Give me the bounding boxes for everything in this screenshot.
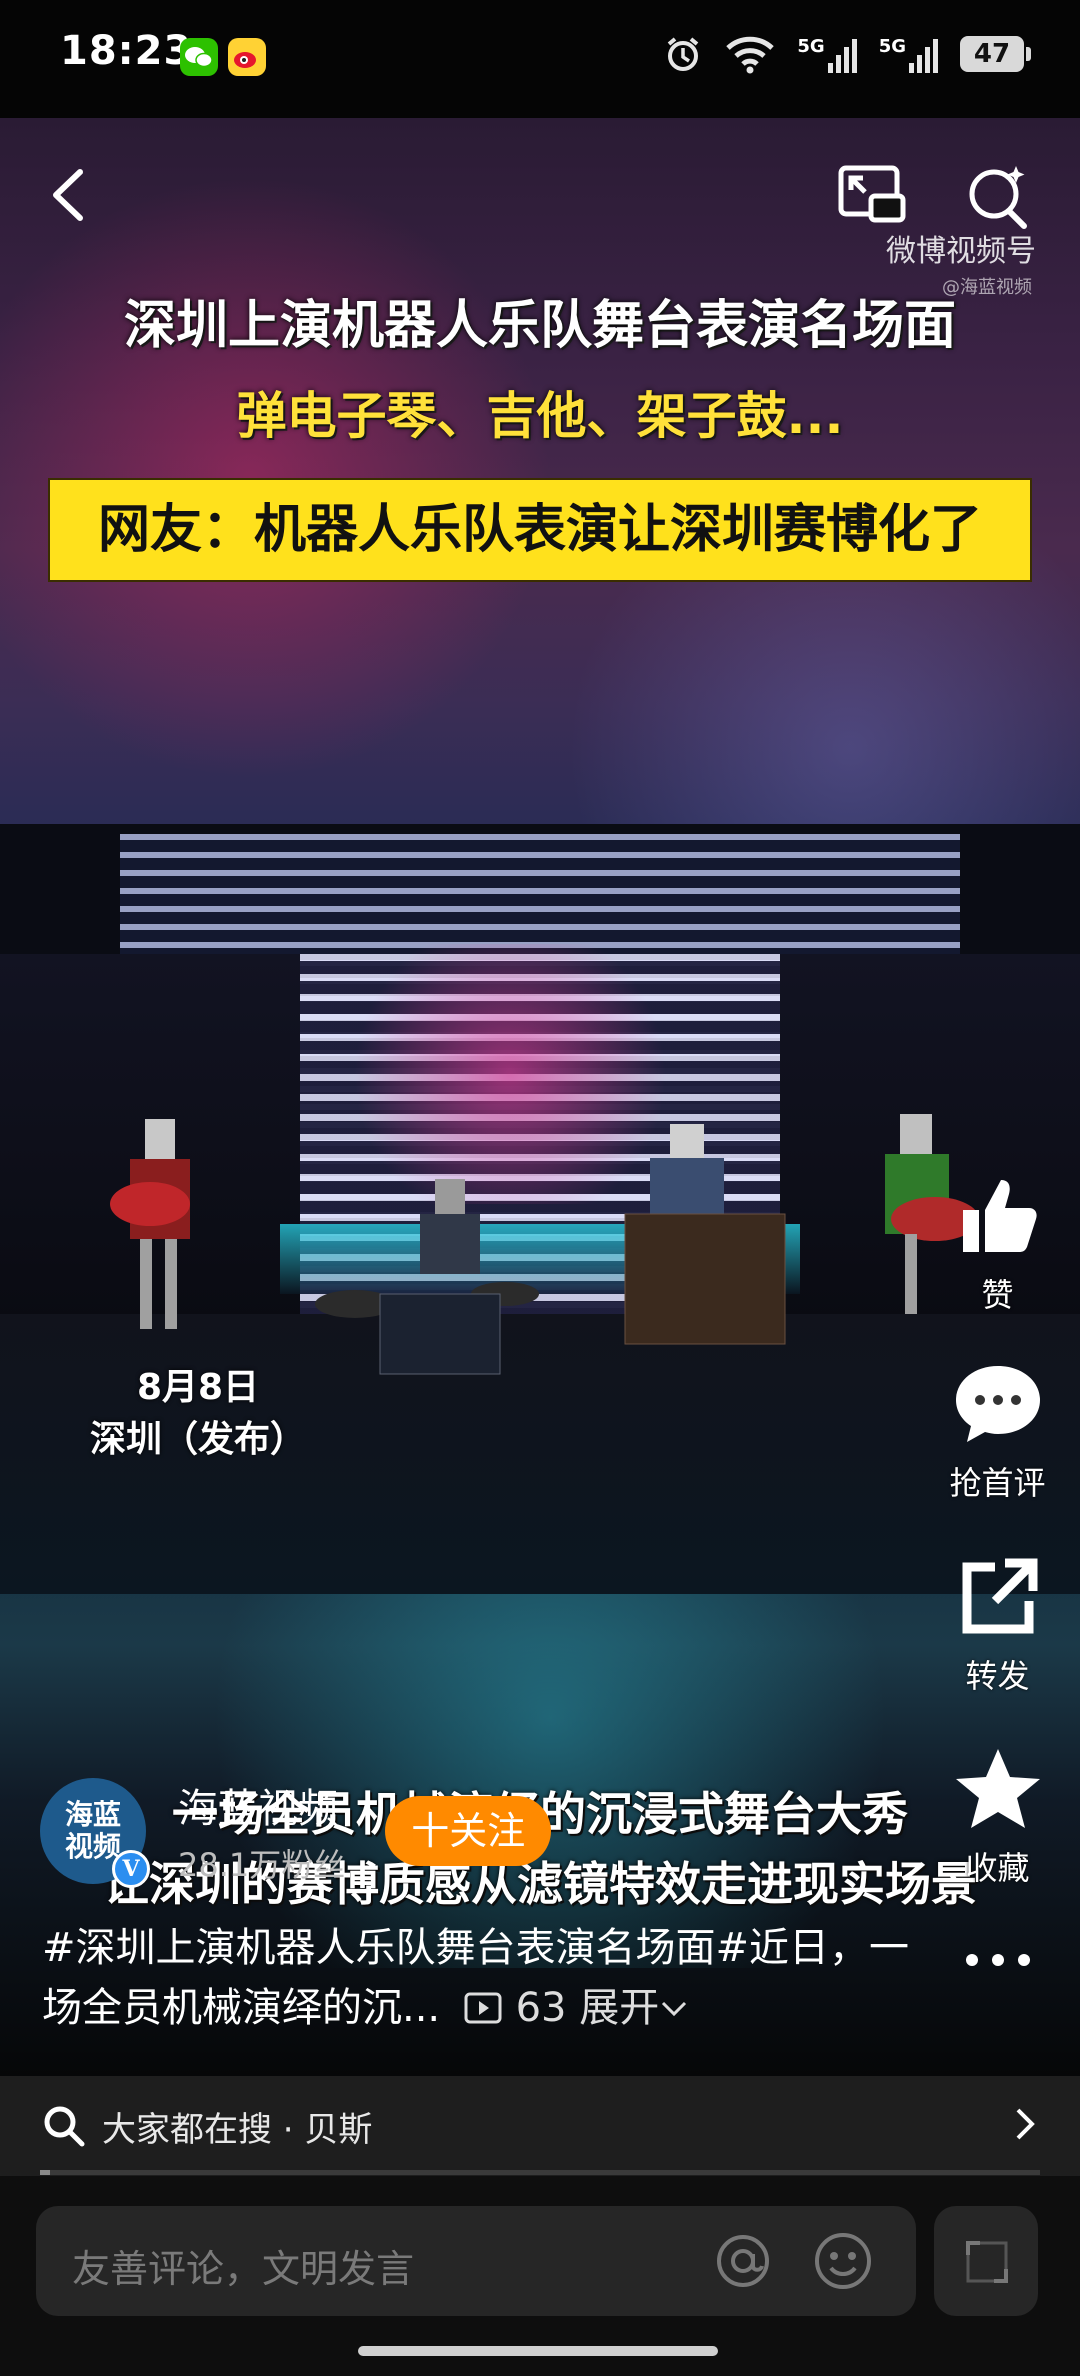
- comment-button[interactable]: 抢首评: [940, 1360, 1055, 1504]
- weibo-video-watermark: 微博视频号: [886, 234, 1036, 269]
- expand-comment-button[interactable]: [934, 2206, 1038, 2316]
- robot-guitarist-left: [110, 1119, 190, 1329]
- trending-search-text: 大家都在搜 · 贝斯: [102, 2110, 373, 2150]
- comment-bubble-icon: [955, 1366, 1040, 1442]
- author-row: 海蓝 视频 V 海蓝视频 28.1万粉丝 十关注: [40, 1776, 552, 1888]
- status-bar: 18:23 5G 5G 47: [0, 0, 1080, 118]
- comment-input[interactable]: 友善评论，文明发言: [36, 2206, 916, 2316]
- play-count-value: 63: [515, 1985, 567, 2031]
- search-button[interactable]: [962, 160, 1034, 232]
- avatar-text: 海蓝: [64, 1798, 121, 1831]
- status-right: 5G 5G 47: [663, 34, 1031, 74]
- favorite-label: 收藏: [965, 1849, 1030, 1887]
- comment-placeholder: 友善评论，文明发言: [72, 2247, 415, 2291]
- at-mention-icon[interactable]: [712, 2230, 774, 2292]
- play-count-icon: [464, 1992, 502, 2024]
- alarm-icon: [668, 37, 699, 71]
- author-name[interactable]: 海蓝视频: [178, 1776, 345, 1834]
- thumbs-up-icon: [962, 1180, 1037, 1252]
- video-description[interactable]: #深圳上演机器人乐队舞台表演名场面#近日，一场全员机械演绎的沉... 63 展开: [42, 1918, 922, 2038]
- share-icon: [962, 1558, 1037, 1634]
- home-indicator[interactable]: [358, 2346, 718, 2356]
- video-progress-fill: [40, 2170, 50, 2175]
- comment-label: 抢首评: [949, 1464, 1046, 1502]
- author-info[interactable]: 海蓝视频 28.1万粉丝: [178, 1776, 345, 1886]
- verified-badge-icon: V: [112, 1850, 150, 1888]
- status-time: 18:23: [60, 28, 193, 74]
- avatar-text: 视频: [64, 1830, 121, 1863]
- emoji-icon[interactable]: [812, 2230, 874, 2292]
- video-subtitle-text: 弹电子琴、吉他、架子鼓...: [236, 387, 844, 445]
- robot-band-figures: [110, 1114, 979, 1375]
- share-label: 转发: [965, 1657, 1030, 1695]
- signal-2: 5G: [879, 36, 938, 73]
- fan-count: 28.1万粉丝: [178, 1846, 346, 1884]
- back-button[interactable]: [40, 160, 100, 230]
- avatar[interactable]: 海蓝 视频 V: [40, 1778, 150, 1888]
- follow-button[interactable]: 十关注: [385, 1796, 552, 1866]
- robot-drummer: [315, 1179, 539, 1375]
- stage-scene: [0, 824, 1080, 1594]
- weibo-icon: [228, 38, 266, 76]
- star-icon: [955, 1749, 1040, 1828]
- back-arrow-icon: [53, 169, 83, 221]
- signal-1: 5G: [797, 35, 857, 73]
- signal-icon: [909, 38, 938, 73]
- video-date: 8月8日: [136, 1367, 260, 1408]
- more-button[interactable]: [940, 1945, 1055, 1979]
- chevron-right-icon: [1016, 2108, 1035, 2140]
- play-count: 63: [453, 1985, 579, 2031]
- like-button[interactable]: 赞: [940, 1170, 1055, 1316]
- network-type-1: 5G: [797, 35, 825, 57]
- expand-label: 展开: [579, 1985, 660, 2031]
- battery-icon: 47: [960, 36, 1031, 72]
- search-icon: [44, 2106, 85, 2147]
- video-progress-bar[interactable]: [40, 2170, 1040, 2175]
- chevron-down-icon: [662, 2001, 687, 2017]
- expand-icon: [966, 2241, 1008, 2283]
- trending-search-bar[interactable]: 大家都在搜 · 贝斯: [0, 2076, 1080, 2176]
- expand-button[interactable]: 展开: [579, 1985, 689, 2031]
- video-location: 深圳（发布）: [90, 1419, 307, 1460]
- signal-icon: [827, 38, 857, 73]
- video-date-caption: 8月8日 深圳（发布）: [90, 1358, 306, 1462]
- video-banner: 网友：机器人乐队表演让深圳赛博化了: [50, 480, 1030, 580]
- network-type-2: 5G: [878, 35, 906, 57]
- search-icon: [969, 166, 1027, 229]
- robot-keyboardist: [624, 1124, 786, 1345]
- wechat-icon: [180, 38, 218, 76]
- picture-in-picture-icon: [838, 165, 906, 223]
- more-dots-icon: [965, 1954, 1030, 1966]
- hashtag-link[interactable]: #深圳上演机器人乐队舞台表演名场面#: [42, 1925, 749, 1971]
- share-button[interactable]: 转发: [940, 1555, 1055, 1697]
- video-title-text: 深圳上演机器人乐队舞台表演名场面: [123, 296, 956, 356]
- like-label: 赞: [981, 1276, 1014, 1314]
- wifi-icon: [726, 36, 775, 74]
- favorite-button[interactable]: 收藏: [940, 1745, 1055, 1889]
- pip-button[interactable]: [835, 160, 907, 232]
